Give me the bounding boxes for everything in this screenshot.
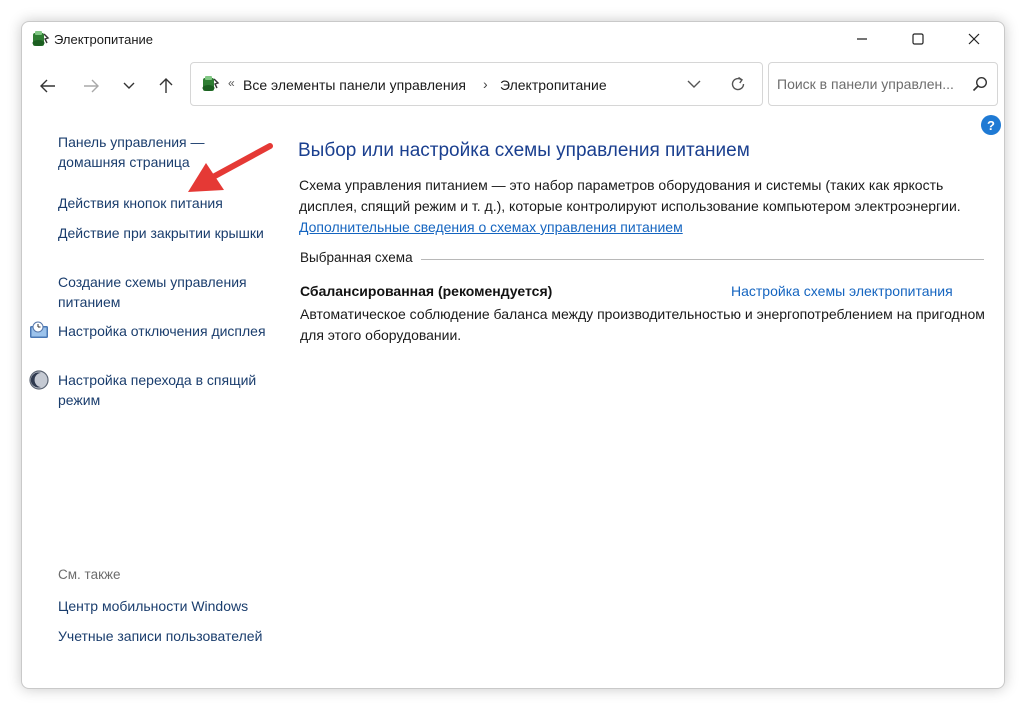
change-plan-settings-link[interactable]: Настройка схемы электропитания [731,283,953,299]
breadcrumb-chevron-icon[interactable]: › [483,76,488,92]
up-button[interactable] [151,71,181,101]
sidebar-item-create-plan[interactable]: Создание схемы управления питанием [58,272,273,312]
plan-description: Автоматическое соблюдение баланса между … [300,306,985,343]
power-plans-info-link[interactable]: Дополнительные сведения о схемах управле… [299,219,683,235]
window-title: Электропитание [54,32,153,47]
close-icon [968,33,980,45]
see-also-heading: См. также [58,567,121,582]
minimize-button[interactable] [834,22,890,56]
sidebar-item-power-buttons[interactable]: Действия кнопок питания [58,193,273,213]
search-box[interactable] [768,62,998,106]
sidebar-item-sleep[interactable]: Настройка перехода в спящий режим [58,370,273,410]
breadcrumb-power-options[interactable]: Электропитание [500,77,607,93]
left-pane: Панель управления — домашняя страница Де… [22,114,292,688]
sidebar-item-lid-close[interactable]: Действие при закрытии крышки [58,223,273,243]
arrow-right-icon [84,79,99,93]
chevron-down-icon [123,82,135,89]
refresh-icon[interactable] [729,75,747,93]
address-bar[interactable]: « Все элементы панели управления › Элект… [190,62,763,106]
close-button[interactable] [946,22,1002,56]
breadcrumb-overflow[interactable]: « [228,76,235,90]
maximize-button[interactable] [890,22,946,56]
recent-locations-button[interactable] [114,71,144,101]
control-panel-icon [202,76,220,91]
help-icon: ? [987,117,995,133]
title-bar: Электропитание [22,22,1004,58]
minimize-icon [857,38,867,40]
sidebar-item-control-panel-home[interactable]: Панель управления — домашняя страница [58,132,273,172]
arrow-left-icon [40,79,55,93]
description-text: Схема управления питанием — это набор па… [299,177,961,214]
search-input[interactable] [777,74,967,94]
display-off-icon [30,321,48,338]
sidebar-item-display-off[interactable]: Настройка отключения дисплея [58,321,273,341]
maximize-icon [912,33,924,45]
sleep-moon-icon [29,370,49,390]
chevron-down-icon[interactable] [685,76,703,92]
page-description: Схема управления питанием — это набор па… [299,175,989,238]
forward-button[interactable] [76,71,106,101]
plan-name: Сбалансированная (рекомендуется) [300,283,553,299]
breadcrumb-all-control-panel-items[interactable]: Все элементы панели управления [243,77,466,93]
page-title: Выбор или настройка схемы управления пит… [298,140,750,161]
selected-plan-heading: Выбранная схема [300,250,421,265]
power-options-icon [32,31,50,46]
arrow-up-icon [159,78,173,93]
search-icon[interactable] [972,76,988,92]
power-options-window: Электропитание « Все элементы панели упр… [21,21,1005,689]
help-button[interactable]: ? [981,115,1001,135]
see-also-mobility-center[interactable]: Центр мобильности Windows [58,596,273,616]
see-also-user-accounts[interactable]: Учетные записи пользователей [58,626,273,646]
back-button[interactable] [33,71,63,101]
navigation-bar: « Все элементы панели управления › Элект… [22,58,1004,114]
